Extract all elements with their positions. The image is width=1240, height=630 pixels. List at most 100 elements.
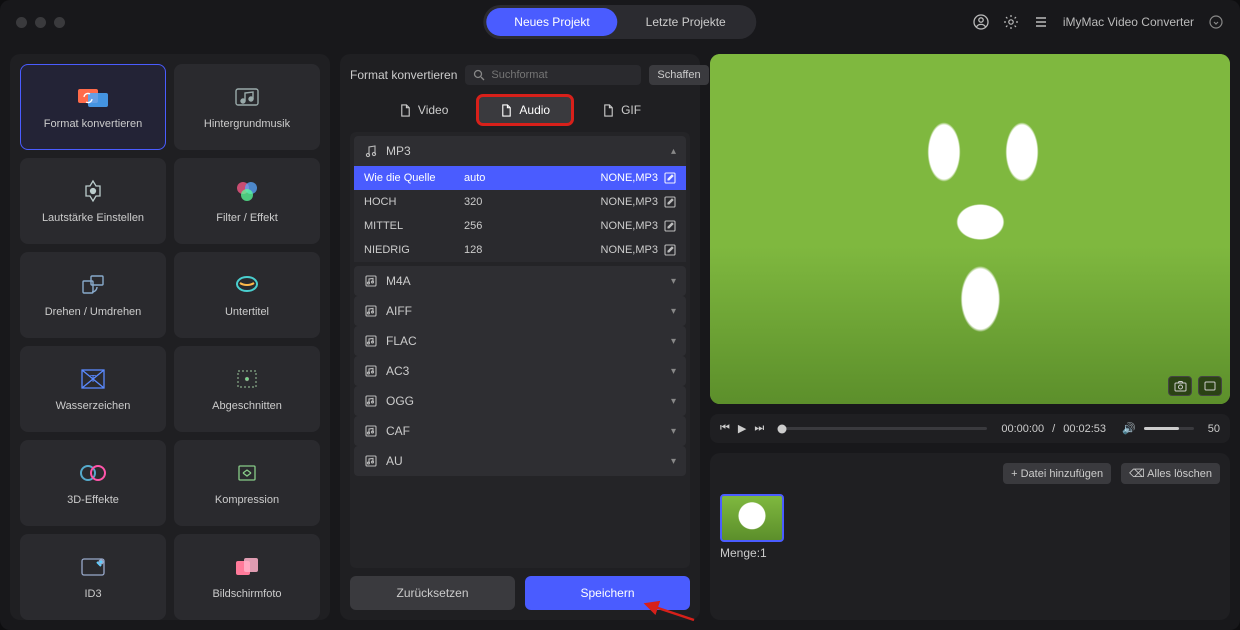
tab-gif[interactable]: GIF xyxy=(580,96,663,124)
quality-codec: NONE,MP3 xyxy=(601,220,676,232)
sidebar-item-format-convert[interactable]: Format konvertieren xyxy=(20,64,166,150)
chevron-down-icon: ▾ xyxy=(671,276,676,287)
sidebar-item-rotate[interactable]: Drehen / Umdrehen xyxy=(20,252,166,338)
preview-overlay-controls xyxy=(1168,376,1222,396)
delete-icon: ⌫ xyxy=(1129,468,1145,480)
audio-format-icon xyxy=(364,334,378,348)
traffic-max[interactable] xyxy=(54,17,65,28)
format-group-name: CAF xyxy=(386,424,410,438)
id3-icon xyxy=(75,554,111,580)
format-search-input[interactable] xyxy=(491,69,633,81)
sidebar-item-label: Drehen / Umdrehen xyxy=(45,306,142,318)
format-group-flac: FLAC▾ xyxy=(354,326,686,356)
menu-icon[interactable] xyxy=(1033,14,1049,30)
sidebar-item-label: Hintergrundmusik xyxy=(204,118,290,130)
file-count: Menge:1 xyxy=(720,546,784,560)
annotation-arrow xyxy=(636,600,696,622)
format-group-header[interactable]: CAF▾ xyxy=(354,416,686,446)
format-group-ac3: AC3▾ xyxy=(354,356,686,386)
format-group-header[interactable]: MP3 ▴ xyxy=(354,136,686,166)
format-search[interactable] xyxy=(465,65,641,85)
sidebar-item-3d[interactable]: 3D-Effekte xyxy=(20,440,166,526)
volume-slider[interactable] xyxy=(1144,427,1194,430)
sidebar-item-compress[interactable]: Kompression xyxy=(174,440,320,526)
tab-video[interactable]: Video xyxy=(377,96,470,124)
traffic-min[interactable] xyxy=(35,17,46,28)
reset-button[interactable]: Zurücksetzen xyxy=(350,576,515,610)
tab-new-project[interactable]: Neues Projekt xyxy=(486,8,617,36)
format-group-header[interactable]: OGG▾ xyxy=(354,386,686,416)
volume-value: 50 xyxy=(1208,423,1220,435)
volume-fill xyxy=(1144,427,1179,430)
quality-row[interactable]: NIEDRIG128NONE,MP3 xyxy=(354,238,686,262)
create-format-button[interactable]: Schaffen xyxy=(649,65,708,85)
sidebar-item-subtitle[interactable]: Untertitel xyxy=(174,252,320,338)
user-icon[interactable] xyxy=(973,14,989,30)
format-group-header[interactable]: AU▾ xyxy=(354,446,686,476)
format-group-header[interactable]: AC3▾ xyxy=(354,356,686,386)
sidebar-item-label: ID3 xyxy=(84,588,101,600)
play-button[interactable]: ▶ xyxy=(738,422,746,435)
format-group-header[interactable]: FLAC▾ xyxy=(354,326,686,356)
quality-row[interactable]: HOCH320 NONE,MP3 xyxy=(354,190,686,214)
sidebar-item-id3[interactable]: ID3 xyxy=(20,534,166,620)
quality-bitrate: 128 xyxy=(464,244,544,256)
volume-icon[interactable]: 🔊 xyxy=(1122,422,1136,435)
file-icon xyxy=(399,104,412,117)
chevron-down-icon: ▾ xyxy=(671,366,676,377)
traffic-close[interactable] xyxy=(16,17,27,28)
edit-icon[interactable] xyxy=(664,220,676,232)
sidebar-item-screenshot[interactable]: Bildschirmfoto xyxy=(174,534,320,620)
format-list: MP3 ▴ Wie die QuelleautoNONE,MP3 HOCH320… xyxy=(350,132,690,568)
gear-icon[interactable] xyxy=(1003,14,1019,30)
seek-thumb[interactable] xyxy=(778,424,787,433)
edit-icon[interactable] xyxy=(664,196,676,208)
tab-recent-projects[interactable]: Letzte Projekte xyxy=(618,8,754,36)
sidebar-item-bgm[interactable]: Hintergrundmusik xyxy=(174,64,320,150)
sidebar-item-label: Bildschirmfoto xyxy=(212,588,281,600)
format-group-name: MP3 xyxy=(386,144,411,158)
format-group-header[interactable]: AIFF▾ xyxy=(354,296,686,326)
file-item[interactable]: Menge:1 xyxy=(720,494,784,560)
prev-button[interactable]: ⏮ xyxy=(720,422,730,435)
add-file-button[interactable]: + Datei hinzufügen xyxy=(1003,463,1111,484)
file-actions: + Datei hinzufügen ⌫ Alles löschen xyxy=(720,463,1220,484)
sidebar-item-filter[interactable]: Filter / Effekt xyxy=(174,158,320,244)
quality-row[interactable]: MITTEL256NONE,MP3 xyxy=(354,214,686,238)
sidebar-item-label: Untertitel xyxy=(225,306,269,318)
tab-audio[interactable]: Audio xyxy=(478,96,572,124)
quality-bitrate: 320 xyxy=(464,196,544,208)
snapshot-button[interactable] xyxy=(1168,376,1192,396)
fullscreen-button[interactable] xyxy=(1198,376,1222,396)
screenshot-icon xyxy=(229,554,265,580)
rotate-icon xyxy=(75,272,111,298)
sidebar-item-volume[interactable]: Lautstärke Einstellen xyxy=(20,158,166,244)
media-type-tabs: Video Audio GIF xyxy=(350,96,690,124)
next-button[interactable]: ⏭ xyxy=(754,422,764,435)
file-section: + Datei hinzufügen ⌫ Alles löschen Menge… xyxy=(710,453,1230,620)
quality-bitrate: auto xyxy=(464,172,544,184)
sidebar-item-crop[interactable]: Abgeschnitten xyxy=(174,346,320,432)
format-panel-title: Format konvertieren xyxy=(350,68,457,82)
audio-format-icon xyxy=(364,454,378,468)
quality-codec: NONE,MP3 xyxy=(601,196,676,208)
window-controls xyxy=(16,17,65,28)
sidebar-item-watermark[interactable]: TWasserzeichen xyxy=(20,346,166,432)
quality-codec: NONE,MP3 xyxy=(601,244,676,256)
clear-all-button[interactable]: ⌫ Alles löschen xyxy=(1121,463,1220,484)
save-button[interactable]: Speichern xyxy=(525,576,690,610)
quality-name: HOCH xyxy=(364,196,464,208)
sidebar-item-label: Kompression xyxy=(215,494,279,506)
quality-row[interactable]: Wie die QuelleautoNONE,MP3 xyxy=(354,166,686,190)
edit-icon[interactable] xyxy=(664,244,676,256)
audio-format-icon xyxy=(364,274,378,288)
bgm-icon xyxy=(229,84,265,110)
format-group-caf: CAF▾ xyxy=(354,416,686,446)
edit-icon[interactable] xyxy=(664,172,676,184)
format-group-header[interactable]: M4A▾ xyxy=(354,266,686,296)
seek-track[interactable] xyxy=(778,427,987,430)
format-actions: Zurücksetzen Speichern xyxy=(350,576,690,610)
svg-text:T: T xyxy=(90,374,96,385)
collapse-icon[interactable] xyxy=(1208,14,1224,30)
app-window: Neues Projekt Letzte Projekte iMyMac Vid… xyxy=(0,0,1240,630)
